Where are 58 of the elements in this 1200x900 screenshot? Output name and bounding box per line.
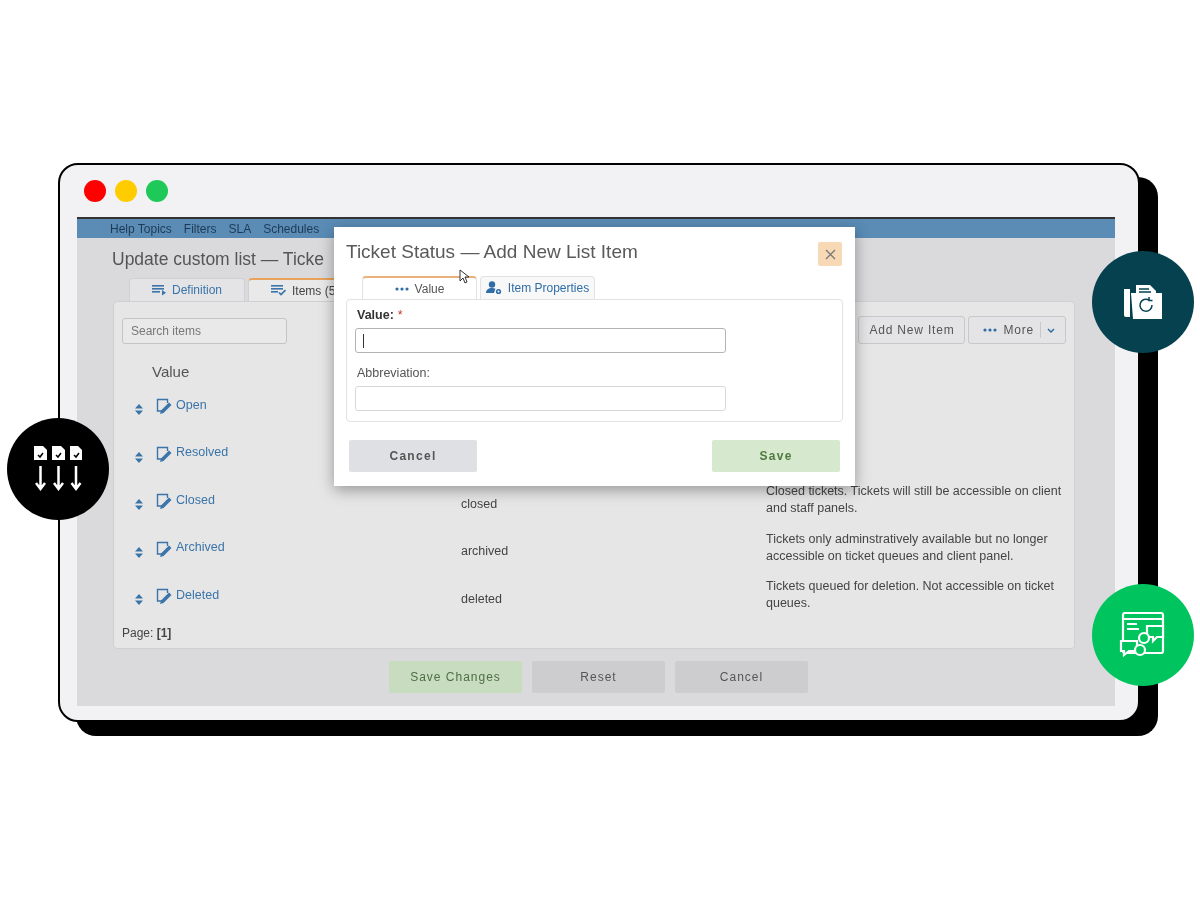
item-link[interactable]: Deleted — [176, 587, 220, 602]
item-link[interactable]: Resolved — [176, 445, 229, 460]
chevron-down-icon — [1047, 327, 1055, 333]
folder-refresh-icon — [1124, 285, 1162, 319]
field-label: Value: — [357, 308, 394, 323]
dots-icon — [983, 328, 998, 332]
input-field[interactable] — [355, 328, 726, 353]
feedback-chat-icon — [1119, 612, 1167, 658]
cursor-icon — [459, 269, 469, 284]
required-mark: * — [397, 308, 403, 323]
abbreviation-text: archived — [461, 544, 509, 559]
add-item-button[interactable]: Add New Item — [858, 316, 966, 344]
item-link[interactable]: Archived — [176, 540, 225, 555]
cancel-button[interactable]: Cancel — [349, 440, 477, 472]
nav-link[interactable]: Help Topics — [110, 221, 172, 236]
list-check-icon — [271, 285, 287, 296]
field-label: Abbreviation: — [357, 366, 430, 381]
dots-icon — [394, 286, 409, 291]
description-text: Closed tickets. Tickets will still be accessible on client and staff panels. — [766, 483, 1063, 518]
column-header: Value — [152, 363, 190, 382]
page-title: Update custom list — Ticke — [112, 249, 325, 271]
nav-link[interactable]: SLA — [228, 221, 252, 236]
close-button[interactable] — [818, 242, 842, 266]
edit-icon[interactable] — [156, 398, 173, 416]
dialog-title: Ticket Status — Add New List Item — [346, 241, 638, 263]
sort-icon[interactable] — [135, 404, 143, 416]
action-button[interactable]: Reset — [532, 661, 665, 693]
description-text: Tickets queued for deletion. Not accessible on ticket queues. — [766, 578, 1055, 613]
description-text: Tickets only adminstratively available but no longer accessible on ticket queues and client panel. — [766, 530, 1049, 565]
search-field[interactable]: Search items — [122, 318, 287, 344]
abbreviation-text: closed — [461, 496, 498, 511]
nav-link[interactable]: Filters — [183, 221, 217, 236]
save-button[interactable]: Save Changes — [389, 661, 522, 693]
edit-icon[interactable] — [156, 445, 173, 463]
edit-icon[interactable] — [156, 540, 173, 558]
edit-icon[interactable] — [156, 588, 173, 606]
more-button[interactable]: More — [968, 316, 1066, 344]
documents-down-arrows-icon — [34, 446, 82, 492]
sort-icon[interactable] — [135, 499, 143, 511]
sort-icon[interactable] — [135, 546, 143, 558]
nav-link[interactable]: Schedules — [263, 221, 320, 236]
user-gear-icon — [485, 281, 502, 295]
item-link[interactable]: Open — [176, 397, 207, 412]
tab[interactable]: Value — [362, 276, 477, 299]
sort-icon[interactable] — [135, 594, 143, 606]
window-control[interactable] — [84, 180, 106, 202]
save-button[interactable]: Save — [712, 440, 840, 472]
tab[interactable]: Item Properties — [480, 276, 595, 299]
sort-icon[interactable] — [135, 451, 143, 463]
action-button[interactable]: Cancel — [675, 661, 808, 693]
close-icon — [824, 248, 836, 260]
edit-icon[interactable] — [156, 493, 173, 511]
tab[interactable]: Definition — [129, 278, 246, 301]
list-icon — [152, 284, 166, 296]
abbreviation-text: deleted — [461, 591, 502, 606]
input-field[interactable] — [355, 386, 726, 411]
page-indicator: Page: [1] — [122, 625, 172, 640]
item-link[interactable]: Closed — [176, 492, 215, 507]
